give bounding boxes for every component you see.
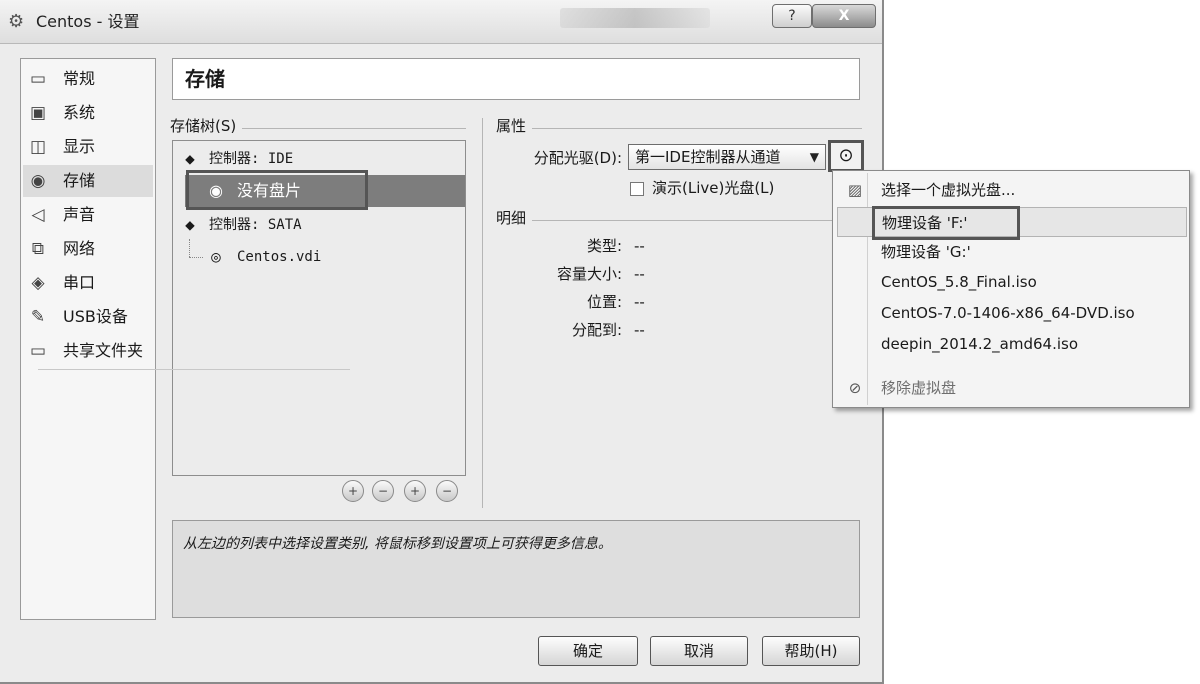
menu-item-label: 物理设备 'G:' [881, 243, 971, 261]
sidebar-item-label: 共享文件夹 [63, 341, 144, 360]
details-label: 明细 [496, 208, 533, 228]
title-bar-decoration [560, 8, 710, 28]
sidebar-item-label: 系统 [63, 103, 96, 122]
detail-type-label: 类型: [586, 237, 622, 255]
menu-item-label: 移除虚拟盘 [881, 379, 957, 397]
help-button[interactable]: ? [772, 4, 812, 28]
page-title: 存储 [172, 58, 860, 100]
network-icon: ⧉ [31, 239, 45, 259]
chip-icon: ▣ [29, 103, 47, 123]
sidebar-item-label: USB设备 [63, 307, 128, 326]
menu-separator [38, 369, 350, 370]
monitor-icon: ▭ [29, 69, 47, 89]
highlight-physical-f [872, 206, 1020, 240]
menu-item-label: CentOS_5.8_Final.iso [881, 273, 1037, 291]
detail-attached-label: 分配到: [571, 321, 622, 339]
detail-size-value: -- [634, 265, 645, 283]
sidebar-item-serial[interactable]: ◈ 串口 [23, 267, 153, 299]
remove-attachment-icon[interactable]: − [372, 480, 394, 502]
menu-item-label: CentOS-7.0-1406-x86_64-DVD.iso [881, 304, 1135, 322]
sidebar-item-label: 网络 [63, 239, 96, 258]
sidebar-item-label: 存储 [63, 171, 96, 190]
live-cd-label: 演示(Live)光盘(L) [652, 179, 775, 197]
attributes-label: 属性 [496, 116, 533, 136]
menu-item-centos58-iso[interactable]: CentOS_5.8_Final.iso [837, 267, 1187, 297]
sidebar-item-label: 常规 [63, 69, 96, 88]
menu-item-remove-disc[interactable]: ⊘ 移除虚拟盘 [837, 373, 1187, 403]
hard-disk-icon: ◎ [211, 247, 221, 266]
sidebar-item-shared-folders[interactable]: ▭ 共享文件夹 [23, 335, 153, 367]
sidebar-item-storage[interactable]: ◉ 存储 [23, 165, 153, 197]
tree-row-label: 控制器: SATA [209, 217, 302, 233]
sidebar-item-system[interactable]: ▣ 系统 [23, 97, 153, 129]
drive-select-value: 第一IDE控制器从通道 [635, 148, 781, 166]
speaker-icon: ◁ [31, 205, 45, 225]
settings-window: ⚙ Centos - 设置 ? X ▭ 常规 ▣ 系统 ◫ 显示 ◉ 存储 ◁ … [0, 0, 884, 684]
choose-disc-button[interactable]: ⊙ [828, 140, 864, 172]
sidebar-item-audio[interactable]: ◁ 声音 [23, 199, 153, 231]
sidebar-item-label: 显示 [63, 137, 96, 156]
attributes-group-line [498, 128, 862, 129]
cancel-button[interactable]: 取消 [650, 636, 748, 666]
tree-connector [189, 257, 203, 258]
cd-icon: ⊙ [838, 145, 854, 166]
sidebar-item-usb[interactable]: ✎ USB设备 [23, 301, 153, 333]
add-controller-icon[interactable]: + [404, 480, 426, 502]
detail-location-label: 位置: [586, 293, 622, 311]
tree-connector [189, 239, 190, 257]
info-text: 从左边的列表中选择设置类别, 将鼠标移到设置项上可获得更多信息。 [183, 536, 612, 552]
menu-item-label: deepin_2014.2_amd64.iso [881, 335, 1078, 353]
display-icon: ◫ [29, 137, 47, 157]
menu-item-deepin-iso[interactable]: deepin_2014.2_amd64.iso [837, 329, 1187, 359]
menu-item-physical-g[interactable]: 物理设备 'G:' [837, 237, 1187, 267]
usb-icon: ✎ [30, 307, 46, 327]
sidebar-item-general[interactable]: ▭ 常规 [23, 63, 153, 95]
info-panel: 从左边的列表中选择设置类别, 将鼠标移到设置项上可获得更多信息。 [172, 520, 860, 618]
menu-item-choose-virtual-disc[interactable]: ▨ 选择一个虚拟光盘... [837, 175, 1187, 205]
folder-open-icon: ▨ [847, 181, 863, 199]
menu-item-centos7-iso[interactable]: CentOS-7.0-1406-x86_64-DVD.iso [837, 298, 1187, 328]
close-button[interactable]: X [812, 4, 876, 28]
sidebar-item-label: 声音 [63, 205, 96, 224]
storage-tree-label: 存储树(S) [170, 116, 243, 136]
disc-icon: ◉ [30, 171, 46, 191]
drive-label: 分配光驱(D): [533, 149, 622, 167]
detail-size-label: 容量大小: [556, 265, 622, 283]
serial-port-icon: ◈ [31, 273, 45, 293]
help-dialog-button[interactable]: 帮助(H) [762, 636, 860, 666]
eject-icon: ⊘ [848, 379, 862, 397]
detail-location-value: -- [634, 293, 645, 311]
highlight-empty-disc [186, 170, 368, 210]
menu-item-label: 选择一个虚拟光盘... [881, 181, 1016, 199]
panel-separator [482, 118, 483, 508]
details-group-line [498, 220, 832, 221]
sidebar-item-label: 串口 [63, 273, 96, 292]
tree-row-label: Centos.vdi [237, 249, 322, 265]
detail-attached-value: -- [634, 321, 645, 339]
window-title: Centos - 设置 [36, 12, 140, 31]
gear-icon: ⚙ [8, 11, 25, 32]
drive-select[interactable]: 第一IDE控制器从通道 ▼ [628, 144, 826, 170]
ok-button[interactable]: 确定 [538, 636, 638, 666]
detail-type-value: -- [634, 237, 645, 255]
title-bar[interactable]: ⚙ Centos - 设置 ? X [0, 0, 882, 44]
category-sidebar: ▭ 常规 ▣ 系统 ◫ 显示 ◉ 存储 ◁ 声音 ⧉ 网络 ◈ 串口 ✎ USB [20, 58, 156, 620]
add-attachment-icon[interactable]: + [342, 480, 364, 502]
sidebar-item-display[interactable]: ◫ 显示 [23, 131, 153, 163]
live-cd-checkbox[interactable] [630, 182, 644, 196]
controller-icon: ◆ [185, 215, 195, 234]
chevron-down-icon: ▼ [809, 150, 819, 164]
remove-controller-icon[interactable]: − [436, 480, 458, 502]
sidebar-item-network[interactable]: ⧉ 网络 [23, 233, 153, 265]
folder-icon: ▭ [29, 341, 47, 361]
